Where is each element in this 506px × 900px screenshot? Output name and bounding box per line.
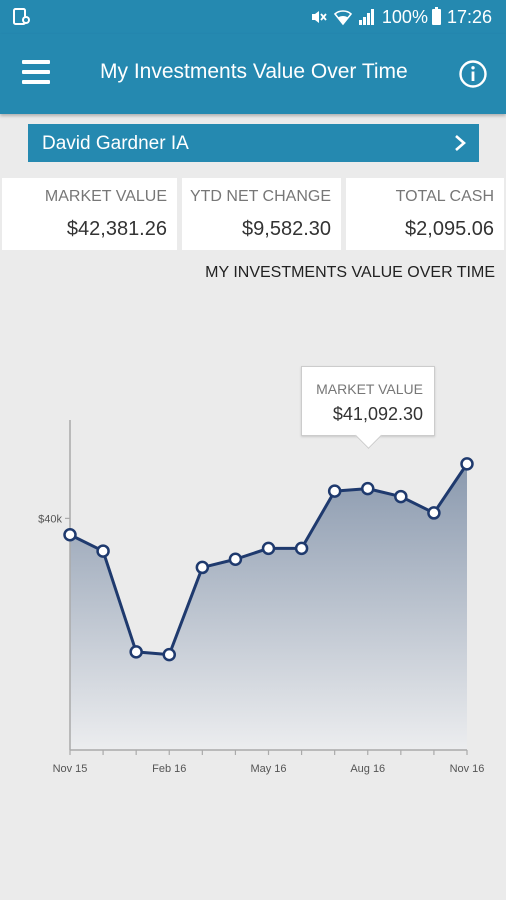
x-tick-label: Feb 16 [152, 763, 186, 775]
page-title: My Investments Value Over Time [100, 60, 408, 83]
device-notification-icon [13, 8, 30, 25]
account-name: David Gardner IA [42, 133, 189, 154]
data-point[interactable] [195, 560, 210, 575]
metric-value: $2,095.06 [405, 218, 494, 240]
app-bar: My Investments Value Over Time [0, 34, 506, 114]
metric-ytd-net-change: YTD NET CHANGE $9,582.30 [182, 178, 341, 250]
data-point[interactable] [394, 489, 408, 504]
metric-label: MARKET VALUE [44, 188, 167, 205]
battery-percentage: 100% [381, 6, 428, 27]
metric-value: $42,381.26 [66, 218, 167, 240]
x-tick-label: Nov 16 [450, 763, 485, 775]
info-icon[interactable] [458, 59, 488, 89]
data-point[interactable] [96, 544, 110, 558]
data-point[interactable] [129, 645, 143, 659]
summary-metrics: MARKET VALUE $42,381.26 YTD NET CHANGE $… [0, 178, 506, 250]
account-selector[interactable]: David Gardner IA [28, 124, 479, 162]
x-tick-label: Aug 16 [350, 763, 385, 775]
data-point[interactable] [427, 506, 441, 520]
mute-icon [311, 11, 327, 23]
chart-title: MY INVESTMENTS VALUE OVER TIME [205, 264, 495, 281]
metric-value: $9,582.30 [242, 218, 331, 240]
metric-label: TOTAL CASH [395, 188, 494, 205]
tooltip-label: MARKET VALUE [316, 381, 423, 397]
data-point[interactable] [327, 484, 342, 498]
data-point[interactable] [460, 457, 474, 471]
metric-market-value: MARKET VALUE $42,381.26 [2, 178, 177, 250]
signal-icon [358, 9, 374, 25]
metric-total-cash: TOTAL CASH $2,095.06 [346, 178, 504, 250]
wifi-icon [333, 10, 352, 26]
x-tick-label: May 16 [250, 763, 286, 775]
data-point[interactable] [162, 647, 176, 662]
status-bar: 100% 17:26 [0, 0, 506, 34]
x-tick-label: Nov 15 [53, 763, 88, 775]
chart-tooltip: MARKET VALUE $41,092.30 [301, 366, 435, 436]
chart-area-fill [70, 463, 467, 750]
data-point[interactable] [294, 541, 309, 556]
clock: 17:26 [446, 6, 492, 27]
hamburger-menu-icon[interactable] [22, 60, 54, 88]
data-point[interactable] [63, 527, 77, 542]
data-point[interactable] [261, 541, 276, 556]
tooltip-value: $41,092.30 [332, 404, 423, 424]
chevron-right-icon [455, 135, 466, 151]
battery-icon [431, 7, 441, 25]
metric-label: YTD NET CHANGE [189, 188, 331, 205]
data-point[interactable] [361, 481, 375, 496]
y-tick-label: $40k [38, 513, 62, 525]
data-point[interactable] [228, 552, 243, 566]
